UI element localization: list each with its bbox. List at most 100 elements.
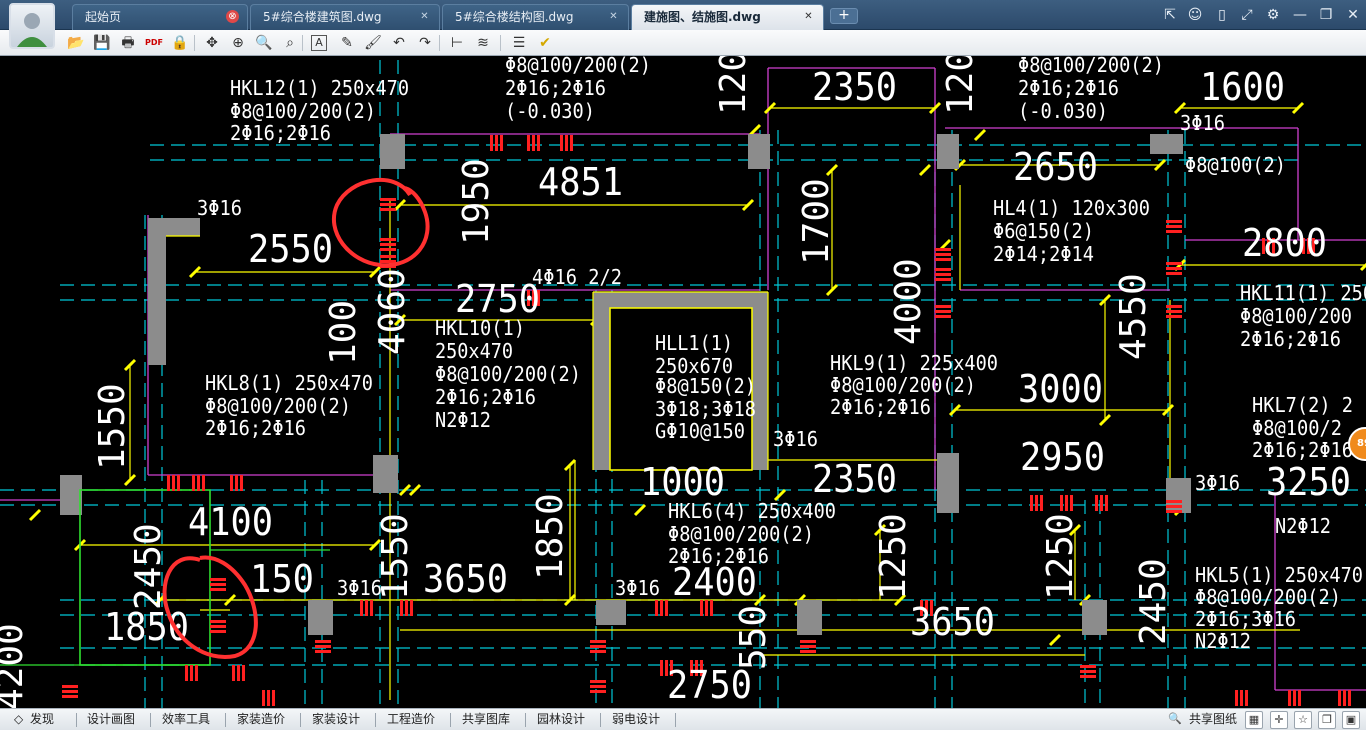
rebar-marker	[380, 238, 396, 251]
print-icon[interactable]: 🖶	[118, 33, 138, 53]
save-icon[interactable]: 💾	[92, 33, 112, 53]
grid-icon[interactable]: ▦	[1245, 711, 1263, 729]
zoom-window-icon[interactable]: 🔍	[254, 33, 274, 53]
phone-icon[interactable]: ▯	[1212, 5, 1232, 25]
column	[60, 475, 82, 515]
tab-close-icon[interactable]: ✕	[607, 10, 620, 23]
minimize-icon[interactable]: —	[1290, 5, 1310, 25]
new-tab-button[interactable]: +	[830, 8, 858, 24]
column	[148, 218, 200, 365]
zoom-in-icon[interactable]: ⊕	[228, 33, 248, 53]
brush-icon[interactable]: 🖌	[363, 33, 383, 53]
column	[937, 134, 959, 169]
cad-label: Φ8@150(2)	[655, 374, 756, 398]
rebar-marker	[590, 680, 606, 693]
text-icon[interactable]: A	[311, 35, 327, 51]
cad-label: HLL1(1)	[655, 331, 733, 355]
tab-3[interactable]: 5#综合楼结构图.dwg ✕	[442, 4, 629, 30]
rebar-marker	[1060, 495, 1073, 511]
cad-label: 3Φ16	[615, 576, 660, 600]
tab-label: 起始页	[85, 10, 122, 24]
rebar-marker	[400, 600, 413, 616]
user-avatar[interactable]	[9, 3, 55, 49]
column	[373, 455, 398, 493]
share-drawings-label[interactable]: 共享图纸	[1189, 709, 1237, 730]
redo-icon[interactable]: ↷	[415, 33, 435, 53]
statusbar-item[interactable]: 家装造价	[237, 709, 285, 730]
copy-icon[interactable]: ❐	[1318, 711, 1336, 729]
tab-1[interactable]: 起始页 ⊗	[72, 4, 248, 30]
measure-area-icon[interactable]: ≋	[473, 33, 493, 53]
cad-label: 4Φ16 2/2	[532, 265, 622, 289]
open-icon[interactable]: 📂	[66, 33, 86, 53]
pan-icon[interactable]: ✥	[202, 33, 222, 53]
statusbar-item[interactable]: 共享图库	[462, 709, 510, 730]
status-bar: ◇ 发现 设计画图 效率工具 家装造价 家装设计 工程造价 共享图库 园林设计 弱电设计 共享图纸 🔍…	[0, 708, 1366, 730]
cad-dimension-vertical: 1250	[1040, 513, 1081, 600]
settings-icon[interactable]: ⚙	[1263, 5, 1283, 25]
statusbar-item[interactable]: 发现	[30, 709, 54, 730]
cad-label: Φ8@100/200(2)	[230, 99, 376, 123]
rebar-marker	[210, 578, 226, 591]
rebar-marker	[232, 665, 245, 681]
rebar-marker	[167, 475, 180, 491]
cad-label: 2Φ16;2Φ16	[830, 395, 931, 419]
tab-close-icon[interactable]: ⊗	[226, 10, 239, 23]
close-icon[interactable]: ✕	[1343, 5, 1363, 25]
zoom-all-icon[interactable]: ⌕	[280, 33, 300, 53]
tab-4[interactable]: 建施图、结施图.dwg ✕	[631, 4, 824, 30]
rebar-marker	[1166, 220, 1182, 233]
cad-label: 2350	[812, 65, 897, 109]
cad-label: 2750	[455, 277, 540, 321]
cad-drawing[interactable]: HKL12(1) 250x470Φ8@100/200(2)2Φ16;2Φ16Φ8…	[0, 56, 1366, 708]
statusbar-item[interactable]: 工程造价	[387, 709, 435, 730]
cad-label: 4851	[538, 160, 623, 204]
layers-icon[interactable]: ☰	[509, 33, 529, 53]
column	[380, 134, 405, 169]
cad-label: HKL5(1) 250x470	[1195, 563, 1363, 587]
cad-dimension-vertical: 100	[323, 300, 364, 365]
cad-dimension-vertical: 4060	[372, 268, 413, 355]
wechat-icon[interactable]: ☺	[1185, 5, 1205, 25]
tab-close-icon[interactable]: ✕	[802, 10, 815, 23]
rebar-marker	[590, 640, 606, 653]
cad-label: Φ8@100(2)	[1185, 153, 1286, 177]
measure-icon[interactable]: ⊢	[447, 33, 467, 53]
cad-label: 2Φ16;2Φ16	[205, 416, 306, 440]
statusbar-item[interactable]: 弱电设计	[612, 709, 660, 730]
cad-label: HKL7(2) 2	[1252, 393, 1353, 417]
share-icon[interactable]: ⇱	[1160, 5, 1180, 25]
cad-label: 2Φ16;2Φ16	[1018, 76, 1119, 100]
pencil-icon[interactable]: ✎	[337, 33, 357, 53]
share-drawings-icon[interactable]: 🔍	[1166, 711, 1184, 729]
drawing-canvas[interactable]: HKL12(1) 250x470 Φ8@100/200(2) 2Φ16;2Φ16 Φ8…	[0, 56, 1366, 708]
tab-close-icon[interactable]: ✕	[418, 10, 431, 23]
tab-2[interactable]: 5#综合楼建筑图.dwg ✕	[250, 4, 440, 30]
statusbar-item[interactable]: 设计画图	[87, 709, 135, 730]
cad-label: 3Φ18;3Φ18	[655, 397, 756, 421]
cad-label: 2350	[812, 457, 897, 501]
lock-icon[interactable]: 🔒	[170, 33, 190, 53]
undo-icon[interactable]: ↶	[389, 33, 409, 53]
rebar-marker	[1235, 690, 1248, 706]
statusbar-separator	[225, 713, 226, 727]
cad-label: 3Φ16	[773, 427, 818, 451]
pdf-icon[interactable]: PDF	[144, 33, 164, 53]
statusbar-item[interactable]: 园林设计	[537, 709, 585, 730]
star-icon[interactable]: ☆	[1294, 711, 1312, 729]
column	[748, 134, 770, 169]
cad-label: 3Φ16	[1180, 111, 1225, 135]
restore-icon[interactable]: ❐	[1316, 5, 1336, 25]
fullscreen-icon[interactable]: ⤢	[1237, 5, 1257, 25]
discover-icon[interactable]: ◇	[14, 709, 23, 730]
statusbar-item[interactable]: 家装设计	[312, 709, 360, 730]
cad-dimension-vertical: 1550	[92, 383, 133, 470]
layout-icon[interactable]: ▣	[1342, 711, 1360, 729]
rebar-marker	[527, 135, 540, 151]
statusbar-item[interactable]: 效率工具	[162, 709, 210, 730]
cad-label: Φ8@100/200(2)	[830, 373, 976, 397]
check-icon[interactable]: ✔	[535, 33, 555, 53]
cad-label: 3650	[423, 557, 508, 601]
crosshair-icon[interactable]: ✛	[1270, 711, 1288, 729]
rebar-marker	[62, 685, 78, 698]
